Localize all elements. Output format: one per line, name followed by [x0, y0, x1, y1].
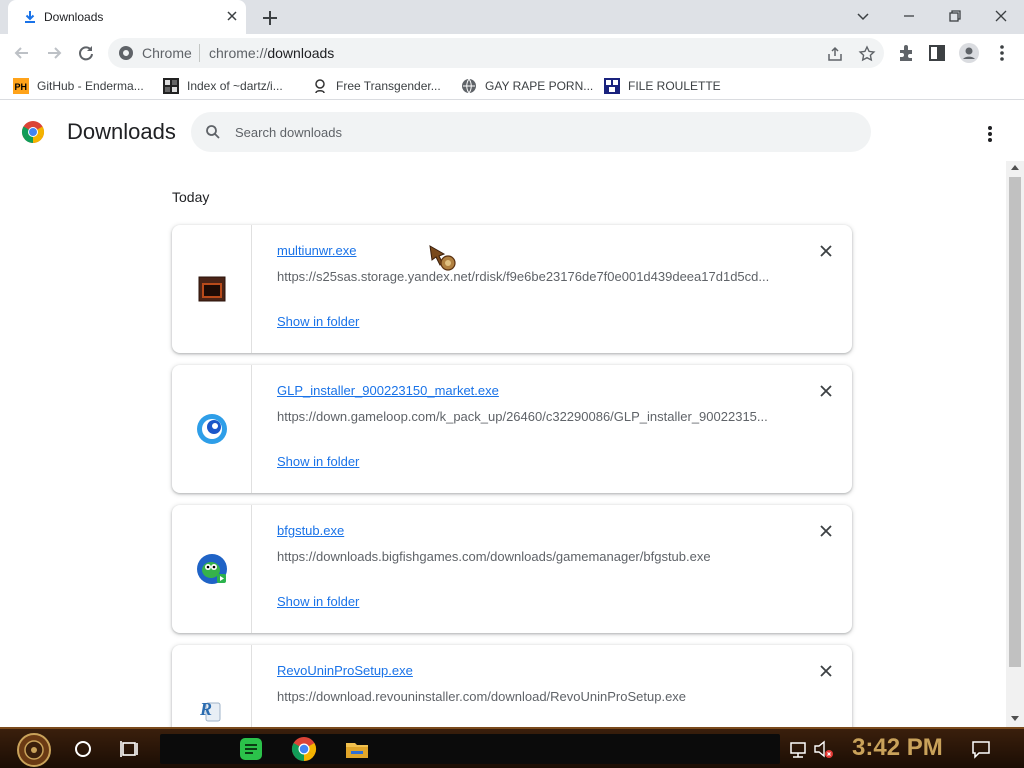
page-title: Downloads [67, 119, 176, 144]
taskbar-clock[interactable]: 3:42 PM [852, 734, 943, 762]
ph-icon: PH [13, 78, 29, 94]
download-card: GLP_installer_900223150_market.exe https… [172, 365, 852, 493]
icon-column [172, 225, 252, 353]
revo-icon: R [199, 699, 221, 722]
url-separator [199, 44, 200, 62]
index-icon [163, 78, 179, 94]
download-card: multiunwr.exe https://s25sas.storage.yan… [172, 225, 852, 353]
remove-download-icon[interactable] [818, 523, 834, 539]
remove-download-icon[interactable] [818, 663, 834, 679]
globe-icon [462, 78, 476, 94]
reload-icon[interactable] [75, 42, 97, 64]
remove-download-icon[interactable] [818, 243, 834, 259]
chrome-logo-icon [22, 121, 44, 143]
toolbar: Chrome chrome://downloads [0, 34, 1024, 72]
show-in-folder-link[interactable]: Show in folder [277, 454, 359, 469]
section-date: Today [172, 189, 210, 205]
minimize-icon[interactable] [898, 5, 920, 27]
search-box[interactable] [191, 112, 871, 152]
forward-icon[interactable] [43, 42, 65, 64]
restore-icon[interactable] [944, 5, 966, 27]
exe-window-icon [198, 276, 226, 302]
share-icon[interactable] [826, 45, 844, 63]
mft-icon [604, 78, 620, 94]
scroll-thumb[interactable] [1009, 177, 1021, 667]
file-url[interactable]: https://download.revouninstaller.com/dow… [277, 689, 777, 704]
download-card: R RevoUninProSetup.exe https://download.… [172, 645, 852, 727]
icon-column [172, 505, 252, 633]
tab-title: Downloads [44, 10, 104, 24]
file-url[interactable]: https://s25sas.storage.yandex.net/rdisk/… [277, 269, 777, 284]
start-button-icon[interactable] [12, 732, 56, 768]
file-explorer-icon[interactable] [343, 735, 371, 763]
bookmark-free[interactable]: Free Transgender... [312, 77, 441, 95]
show-in-folder-link[interactable]: Show in folder [277, 594, 359, 609]
url-chip: Chrome [142, 45, 192, 61]
close-window-icon[interactable] [990, 5, 1012, 27]
download-card: bfgstub.exe https://downloads.bigfishgam… [172, 505, 852, 633]
tab-close-icon[interactable] [224, 8, 240, 24]
gameloop-icon [197, 414, 227, 444]
volume-muted-icon[interactable] [809, 735, 837, 763]
cortana-icon[interactable] [69, 735, 97, 763]
remove-download-icon[interactable] [818, 383, 834, 399]
icon-column: R [172, 645, 252, 727]
file-name-link[interactable]: bfgstub.exe [277, 523, 344, 538]
bookmark-site-icon [315, 79, 325, 94]
bookmark-site[interactable]: GAY RAPE PORN... [461, 77, 593, 95]
task-view-icon[interactable] [116, 735, 144, 763]
chrome-taskbar-icon[interactable] [290, 735, 318, 763]
downloads-list: Today multiunwr.exe https://s25sas.stora… [0, 161, 1006, 727]
extensions-icon[interactable] [895, 42, 917, 64]
bookmarks-bar: PH GitHub - Enderma... Index of ~dartz/i… [0, 72, 1024, 100]
new-tab-icon[interactable] [258, 6, 282, 30]
svg-text:PH: PH [15, 82, 28, 92]
bigfish-icon [197, 554, 227, 584]
bookmark-index[interactable]: Index of ~dartz/i... [163, 77, 283, 95]
bookmark-star-icon[interactable] [858, 45, 876, 63]
show-in-folder-link[interactable]: Show in folder [277, 314, 359, 329]
back-icon[interactable] [11, 42, 33, 64]
tab-strip: Downloads [0, 0, 1024, 34]
more-actions-icon[interactable] [978, 122, 1002, 146]
download-icon [25, 11, 35, 23]
scroll-up-arrow-icon[interactable] [1011, 165, 1019, 170]
file-url[interactable]: https://downloads.bigfishgames.com/downl… [277, 549, 777, 564]
side-panel-icon[interactable] [926, 42, 948, 64]
bookmark-github[interactable]: PH GitHub - Enderma... [13, 77, 144, 95]
downloads-header: Downloads [0, 101, 1024, 161]
address-bar[interactable]: Chrome chrome://downloads [108, 38, 884, 68]
search-icon [206, 125, 220, 139]
chrome-site-icon [119, 46, 133, 60]
svg-text:R: R [199, 699, 212, 719]
bookmark-file-roulette[interactable]: FILE ROULETTE [604, 77, 721, 95]
search-input[interactable] [235, 112, 855, 152]
file-name-link[interactable]: RevoUninProSetup.exe [277, 663, 413, 678]
file-name-link[interactable]: multiunwr.exe [277, 243, 356, 258]
file-url[interactable]: https://down.gameloop.com/k_pack_up/2646… [277, 409, 777, 424]
notes-app-icon[interactable] [237, 735, 265, 763]
page-scrollbar[interactable] [1006, 161, 1024, 727]
icon-column [172, 365, 252, 493]
browser-menu-icon[interactable] [991, 42, 1013, 64]
tab-downloads[interactable]: Downloads [8, 0, 246, 34]
url-text[interactable]: chrome://downloads [209, 45, 334, 61]
notifications-icon[interactable] [970, 738, 992, 760]
mouse-cursor-icon [429, 245, 456, 271]
taskbar: 3:42 PM [0, 727, 1024, 768]
profile-avatar-icon[interactable] [958, 42, 980, 64]
tab-search-icon[interactable] [852, 5, 874, 27]
scroll-down-arrow-icon[interactable] [1011, 716, 1019, 721]
file-name-link[interactable]: GLP_installer_900223150_market.exe [277, 383, 499, 398]
